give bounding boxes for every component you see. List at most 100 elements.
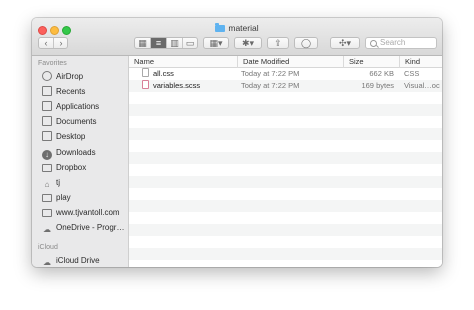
row-stripe	[129, 140, 442, 152]
sidebar-item-dropbox[interactable]: Dropbox	[42, 161, 128, 175]
view-mode-control: ▦ ≡ ▥ ▭	[134, 37, 198, 49]
share-button[interactable]: ⇪	[267, 37, 289, 49]
dropbox-icon: ✣▾	[338, 38, 352, 48]
file-list: Name Date Modified Size Kind all.css Tod…	[129, 56, 442, 267]
sidebar-item-label: www.tjvantoll.com	[56, 208, 120, 217]
column-header-kind[interactable]: Kind	[399, 56, 442, 68]
column-header-name[interactable]: Name	[129, 56, 237, 68]
sidebar-item-documents[interactable]: Documents	[42, 115, 128, 129]
gallery-view-icon: ▭	[185, 38, 195, 48]
sidebar-item-tj[interactable]: ⌂ tj	[42, 176, 128, 190]
sidebar-item-label: Recents	[56, 87, 86, 96]
chevron-left-icon: ‹	[44, 38, 48, 48]
back-button[interactable]: ‹	[39, 38, 54, 48]
row-stripe	[129, 188, 442, 200]
sidebar-item-onedrive[interactable]: ☁ OneDrive - Progr…	[42, 221, 128, 235]
sidebar: Favorites AirDrop Recents Applications D…	[32, 56, 129, 267]
icon-view-button[interactable]: ▦	[135, 38, 151, 48]
forward-button[interactable]: ›	[54, 38, 68, 48]
group-icon: ▦▾	[209, 38, 223, 48]
desktop-icon	[42, 131, 52, 141]
sidebar-item-label: OneDrive - Progr…	[56, 223, 125, 232]
sidebar-item-label: play	[56, 193, 71, 202]
tags-button[interactable]: ◯	[294, 37, 318, 49]
file-kind: Visual…oc	[404, 81, 440, 90]
gallery-view-button[interactable]: ▭	[183, 38, 197, 48]
row-stripe	[129, 116, 442, 128]
css-file-icon	[142, 68, 149, 77]
title-bar: material ‹ › ▦ ≡ ▥ ▭ ▦▾ ✱▾ ⇪ ◯ ✣▾ Search	[32, 18, 442, 56]
list-view-button[interactable]: ≡	[151, 38, 167, 48]
sidebar-item-downloads[interactable]: ↓ Downloads	[42, 146, 128, 160]
documents-icon	[42, 116, 52, 126]
airdrop-icon	[42, 71, 52, 81]
sidebar-item-label: tj	[56, 178, 60, 187]
tag-icon: ◯	[300, 38, 312, 48]
row-stripe	[129, 176, 442, 188]
file-date: Today at 7:22 PM	[241, 81, 300, 90]
applications-icon	[42, 101, 52, 111]
folder-icon	[42, 194, 52, 202]
sidebar-item-label: Documents	[56, 117, 97, 126]
sidebar-item-label: Dropbox	[56, 163, 87, 172]
table-row[interactable]: variables.scss Today at 7:22 PM 169 byte…	[129, 80, 442, 92]
scss-file-icon	[142, 80, 149, 89]
file-name-cell: all.css	[142, 68, 237, 80]
file-name: variables.scss	[153, 81, 201, 90]
share-icon: ⇪	[274, 38, 282, 48]
sidebar-item-label: iCloud Drive	[56, 256, 100, 265]
sidebar-item-icloud-drive[interactable]: ☁ iCloud Drive	[42, 254, 128, 267]
folder-icon	[215, 23, 226, 32]
row-stripe	[129, 248, 442, 260]
sidebar-item-label: Applications	[56, 102, 100, 111]
file-name-cell: variables.scss	[142, 80, 237, 92]
window-title-text: material	[228, 23, 259, 33]
group-by-button[interactable]: ▦▾	[203, 37, 229, 49]
row-stripe	[129, 152, 442, 164]
file-name: all.css	[153, 69, 174, 78]
gear-icon: ✱▾	[241, 38, 255, 48]
chevron-right-icon: ›	[59, 38, 63, 48]
sidebar-heading-icloud: iCloud	[38, 244, 58, 251]
dropbox-button[interactable]: ✣▾	[330, 37, 360, 49]
folder-icon	[42, 209, 52, 217]
file-date: Today at 7:22 PM	[241, 69, 300, 78]
recents-icon	[42, 86, 52, 96]
search-placeholder: Search	[380, 38, 406, 47]
column-view-icon: ▥	[170, 38, 179, 48]
search-icon	[370, 40, 377, 47]
column-header-size[interactable]: Size	[343, 56, 399, 68]
sidebar-item-airdrop[interactable]: AirDrop	[42, 70, 128, 84]
cloud-icon: ☁	[43, 258, 51, 267]
column-header-date[interactable]: Date Modified	[237, 56, 343, 68]
row-stripe	[129, 260, 442, 267]
sidebar-item-label: Desktop	[56, 132, 86, 141]
sidebar-item-desktop[interactable]: Desktop	[42, 130, 128, 144]
column-header-row: Name Date Modified Size Kind	[129, 56, 442, 68]
finder-window: material ‹ › ▦ ≡ ▥ ▭ ▦▾ ✱▾ ⇪ ◯ ✣▾ Search…	[32, 18, 442, 267]
sidebar-item-tjvantoll[interactable]: www.tjvantoll.com	[42, 206, 128, 220]
table-row[interactable]: all.css Today at 7:22 PM 662 KB CSS	[129, 68, 442, 80]
row-stripe	[129, 212, 442, 224]
row-stripe	[129, 200, 442, 212]
back-forward-control: ‹ ›	[38, 37, 68, 49]
row-stripe	[129, 224, 442, 236]
sidebar-item-applications[interactable]: Applications	[42, 100, 128, 114]
window-title: material	[32, 23, 442, 33]
sidebar-item-recents[interactable]: Recents	[42, 85, 128, 99]
dropbox-folder-icon	[42, 164, 52, 172]
sidebar-item-play[interactable]: play	[42, 191, 128, 205]
list-view-icon: ≡	[155, 38, 162, 48]
column-view-button[interactable]: ▥	[167, 38, 183, 48]
row-stripe	[129, 104, 442, 116]
icon-view-icon: ▦	[138, 38, 147, 48]
row-stripe	[129, 128, 442, 140]
action-button[interactable]: ✱▾	[234, 37, 262, 49]
downloads-icon: ↓	[42, 150, 52, 160]
cloud-icon: ☁	[43, 225, 51, 234]
sidebar-item-label: AirDrop	[56, 72, 84, 81]
sidebar-heading-favorites: Favorites	[38, 60, 67, 67]
file-size: 169 bytes	[361, 81, 394, 90]
file-kind: CSS	[404, 69, 420, 78]
search-field[interactable]: Search	[365, 37, 437, 49]
